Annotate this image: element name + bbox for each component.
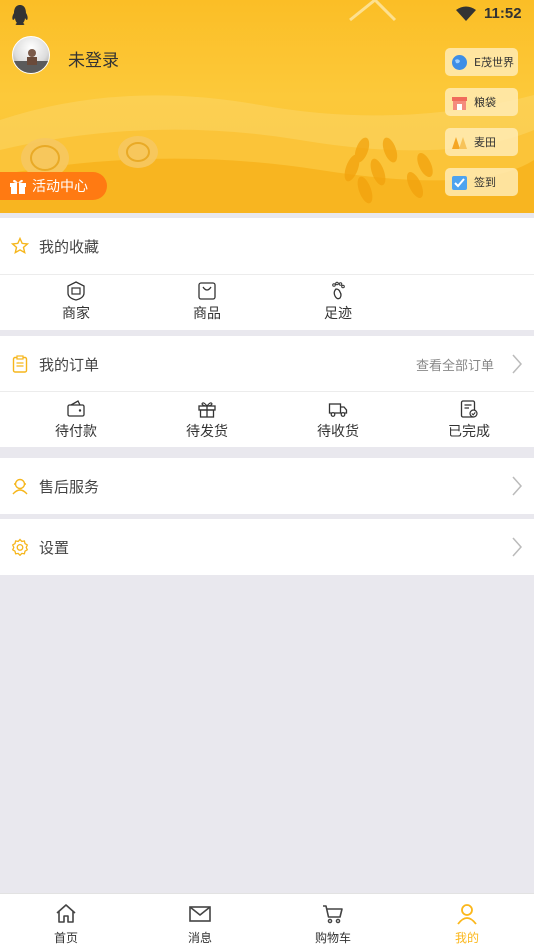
field-icon [452,136,467,149]
customer-service-icon [12,478,28,495]
fav-footprint-item[interactable]: 足迹 [298,281,378,323]
gear-icon [11,538,29,556]
after-sales-title: 售后服务 [39,477,100,496]
orders-card: 我的订单 查看全部订单 待付款 待发货 待收货 已完成 [0,336,534,447]
divider [0,274,534,275]
order-pending-shipment-label: 待发货 [186,424,228,440]
order-pending-payment-label: 待付款 [55,424,97,440]
tab-cart-label: 购物车 [314,931,351,945]
divider [0,391,534,392]
mail-icon [189,906,211,922]
fav-goods-label: 商品 [193,306,221,322]
home-icon [56,904,76,923]
tab-cart[interactable]: 购物车 [293,894,373,949]
activity-center-button[interactable]: 活动中心 [0,172,107,200]
qq-notification-icon [12,5,28,25]
settings-row[interactable]: 设置 [0,519,534,575]
fav-merchant-label: 商家 [62,306,90,322]
status-bar: 11:52 [0,0,534,30]
login-status-text[interactable]: 未登录 [68,46,119,71]
shop-icon [452,96,467,110]
tab-mine-label: 我的 [454,931,479,945]
fav-footprint-label: 足迹 [324,306,352,322]
tab-messages-label: 消息 [187,931,212,945]
after-sales-header: 售后服务 [0,458,534,514]
order-completed-item[interactable]: 已完成 [429,399,509,441]
favorites-title: 我的收藏 [39,237,100,256]
e-world-label: E茂世界 [474,56,514,69]
view-all-orders-link[interactable]: 查看全部订单 [416,355,494,374]
chevron-right-icon [512,537,522,557]
tab-home[interactable]: 首页 [26,894,106,949]
tab-mine[interactable]: 我的 [427,894,507,949]
avatar[interactable] [12,36,50,74]
cart-icon [323,905,343,924]
check-in-button[interactable]: 签到 [445,168,518,196]
footprint-icon [332,281,345,300]
profile-banner: 11:52 未登录 E茂世界 粮袋 麦田 签到 活动中心 [0,0,534,213]
e-world-button[interactable]: E茂世界 [445,48,518,76]
settings-title: 设置 [39,538,70,557]
order-pending-shipment-item[interactable]: 待发货 [167,399,247,441]
order-pending-payment-item[interactable]: 待付款 [36,399,116,441]
order-completed-label: 已完成 [448,424,490,440]
tab-home-label: 首页 [53,931,78,945]
grain-bag-button[interactable]: 粮袋 [445,88,518,116]
wheat-field-button[interactable]: 麦田 [445,128,518,156]
order-pending-receipt-item[interactable]: 待收货 [298,399,378,441]
tab-messages[interactable]: 消息 [160,894,240,949]
completed-icon [460,400,478,418]
grain-bag-label: 粮袋 [474,96,496,109]
favorites-header: 我的收藏 [0,218,534,274]
merchant-icon [67,281,85,301]
after-sales-row[interactable]: 售后服务 [0,458,534,514]
clipboard-icon [12,355,28,373]
wheat-field-label: 麦田 [474,136,496,149]
star-icon [11,237,29,255]
orders-header[interactable]: 我的订单 查看全部订单 [0,336,534,392]
gift-icon [10,179,26,194]
bottom-tab-bar: 首页 消息 购物车 我的 [0,893,534,949]
status-time: 11:52 [484,5,522,22]
check-in-label: 签到 [474,176,496,189]
user-icon [457,904,477,925]
orders-title: 我的订单 [39,355,100,374]
globe-icon [452,54,467,70]
fav-goods-item[interactable]: 商品 [167,281,247,323]
truck-icon [328,403,348,417]
chevron-right-icon [512,354,522,374]
chevron-right-icon [512,476,522,496]
wallet-icon [67,400,85,417]
checkin-icon [452,175,467,190]
settings-header: 设置 [0,519,534,575]
favorites-card: 我的收藏 商家 商品 足迹 [0,218,534,330]
fav-merchant-item[interactable]: 商家 [36,281,116,323]
wifi-icon [456,6,476,21]
bag-icon [198,282,216,300]
activity-center-label: 活动中心 [32,179,88,195]
gift-box-icon [198,402,216,418]
order-pending-receipt-label: 待收货 [317,424,359,440]
